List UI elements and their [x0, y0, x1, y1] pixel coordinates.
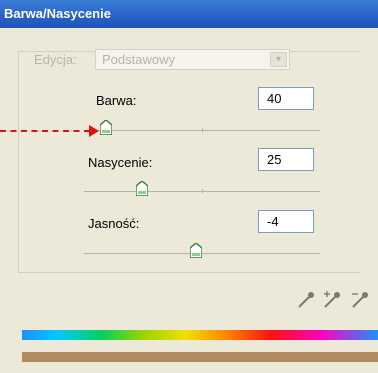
annotation-arrow-line — [0, 130, 90, 132]
edit-select-value: Podstawowy — [102, 52, 175, 67]
edit-select[interactable]: Podstawowy ▾ — [95, 49, 290, 70]
hue-slider-thumb[interactable] — [100, 120, 112, 135]
eyedropper-plus-icon[interactable] — [322, 290, 342, 310]
hue-saturation-dialog: Barwa/Nasycenie Edycja: Podstawowy ▾ Bar… — [0, 0, 378, 373]
hue-label: Barwa: — [96, 93, 137, 108]
saturation-input[interactable]: 25 — [258, 148, 314, 171]
eyedropper-minus-icon[interactable] — [350, 290, 370, 310]
saturation-label: Nasycenie: — [88, 155, 153, 170]
hue-slider-center-tick — [202, 128, 203, 132]
lightness-slider-thumb[interactable] — [190, 243, 202, 258]
chevron-down-icon[interactable]: ▾ — [270, 52, 287, 67]
color-spectrum-bar — [22, 330, 378, 340]
eyedropper-icon[interactable] — [296, 290, 316, 310]
edit-label: Edycja: — [34, 52, 77, 67]
adjusted-hue-bar — [22, 352, 378, 362]
dialog-title: Barwa/Nasycenie — [0, 0, 378, 28]
saturation-slider-thumb[interactable] — [136, 181, 148, 196]
lightness-slider-track[interactable] — [84, 253, 320, 254]
annotation-arrow-head — [89, 125, 99, 137]
hue-input[interactable]: 40 — [258, 87, 314, 110]
lightness-label: Jasność: — [88, 216, 140, 231]
saturation-slider-center-tick — [202, 189, 203, 193]
lightness-input[interactable]: -4 — [258, 210, 314, 233]
